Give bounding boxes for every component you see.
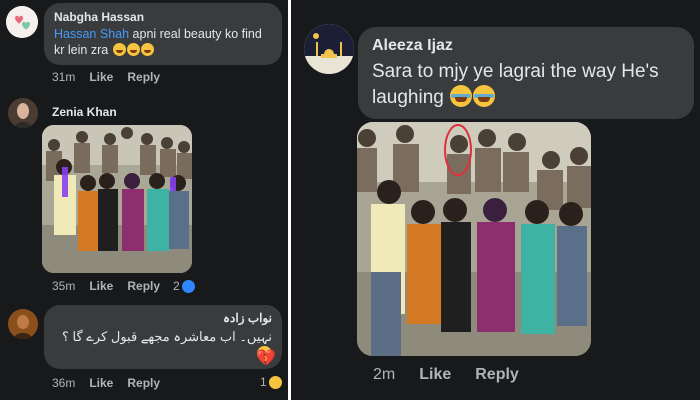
comment-bubble: Aleeza Ijaz Sara to mjy ye lagrai the wa… — [358, 27, 694, 119]
comment-actions: 2m Like Reply — [373, 366, 533, 384]
like-reaction-icon — [181, 280, 195, 293]
comment-actions: 31m Like Reply — [52, 70, 174, 84]
comment-author[interactable]: Nabgha Hassan — [54, 10, 272, 24]
profile-avatar-icon — [8, 98, 38, 128]
avatar[interactable] — [8, 309, 38, 339]
grin-emoji-icon — [140, 43, 154, 56]
grin-emoji-icon — [112, 43, 126, 56]
reply-button[interactable]: Reply — [475, 366, 519, 383]
comment-body: Sara to mjy ye lagrai the way He's laugh… — [372, 61, 659, 108]
comment-body: نہیں۔ اب معاشرہ مجھے قبول کرے گا ؟ — [62, 329, 272, 344]
comment-text: Sara to mjy ye lagrai the way He's laugh… — [372, 59, 680, 111]
right-comment-thread: Aleeza Ijaz Sara to mjy ye lagrai the wa… — [291, 0, 700, 400]
avatar[interactable] — [304, 24, 354, 74]
comment-text: نہیں۔ اب معاشرہ مجھے قبول کرے گا ؟ — [54, 328, 272, 364]
reaction-summary[interactable]: 1 — [260, 375, 282, 389]
comment-author[interactable]: نواب زادہ — [54, 311, 272, 325]
reaction-summary[interactable]: 2 — [173, 279, 195, 293]
broken-heart-icon: 💔 — [256, 350, 276, 367]
grin-emoji-icon — [126, 43, 140, 56]
comment-time[interactable]: 31m — [52, 70, 75, 84]
reaction-count: 2 — [173, 279, 180, 293]
hearts-avatar-icon — [6, 6, 38, 38]
mosque-avatar-icon — [304, 24, 354, 74]
comment-actions: 36m Like Reply — [52, 376, 174, 390]
comment-time[interactable]: 35m — [52, 279, 75, 293]
reply-button[interactable]: Reply — [127, 279, 160, 293]
avatar[interactable] — [6, 6, 38, 38]
mention-link[interactable]: Hassan Shah — [54, 27, 129, 41]
comment-photo[interactable] — [357, 122, 591, 356]
comment-time[interactable]: 36m — [52, 376, 75, 390]
like-button[interactable]: Like — [419, 366, 451, 383]
comment-time[interactable]: 2m — [373, 366, 395, 383]
comment-author[interactable]: Aleeza Ijaz — [372, 37, 680, 55]
comment-photo[interactable] — [42, 125, 192, 273]
profile-avatar-icon — [8, 309, 38, 339]
reaction-count: 1 — [260, 375, 267, 389]
group-photo-image — [357, 122, 591, 356]
comment-actions: 35m Like Reply — [52, 279, 174, 293]
tears-of-joy-emoji-icon — [473, 85, 496, 107]
comment-text: Hassan Shah apni real beauty ko find kr … — [54, 26, 272, 58]
like-button[interactable]: Like — [89, 70, 113, 84]
like-button[interactable]: Like — [89, 376, 113, 390]
comment-bubble: نواب زادہ نہیں۔ اب معاشرہ مجھے قبول کرے … — [44, 305, 282, 369]
reply-button[interactable]: Reply — [127, 376, 160, 390]
comment-bubble: Nabgha Hassan Hassan Shah apni real beau… — [44, 3, 282, 65]
group-photo-image — [42, 125, 192, 273]
comment-author[interactable]: Zenia Khan — [52, 105, 117, 119]
avatar[interactable] — [8, 98, 38, 128]
tears-of-joy-emoji-icon — [450, 85, 473, 107]
left-comment-thread: Nabgha Hassan Hassan Shah apni real beau… — [0, 0, 288, 400]
reply-button[interactable]: Reply — [127, 70, 160, 84]
like-button[interactable]: Like — [89, 279, 113, 293]
haha-reaction-icon — [268, 376, 282, 389]
